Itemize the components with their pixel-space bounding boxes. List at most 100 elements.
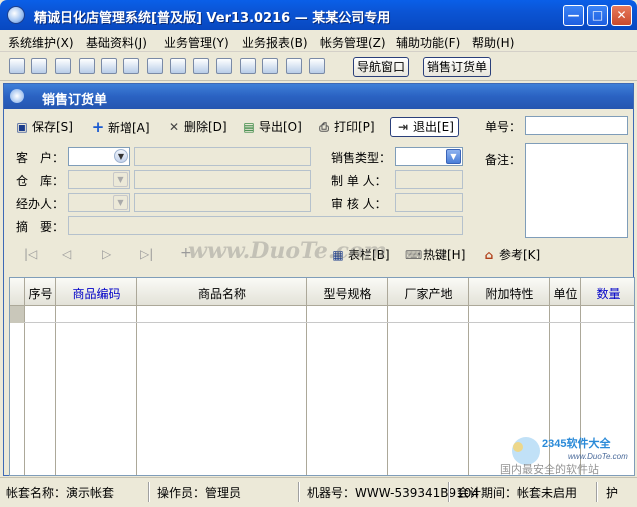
customer-label: 客 户：: [16, 151, 65, 165]
window-title: 精诚日化店管理系统[普及版] Ver13.0216 — 某某公司专用: [34, 11, 391, 26]
list-icon[interactable]: [31, 58, 47, 74]
warehouse-name-field: [134, 170, 311, 189]
logo-url: www.DuoTe.com: [568, 452, 628, 461]
summary-label: 摘 要：: [16, 220, 65, 234]
col-seq[interactable]: 序号: [25, 285, 56, 302]
delete-icon: ✕: [168, 120, 180, 134]
menu-accounts[interactable]: 帐务管理(Z): [320, 34, 386, 51]
reference-button[interactable]: ⌂ 参考[K]: [481, 244, 541, 266]
logo-brand: 2345软件大全: [542, 436, 611, 450]
plus-icon: +: [91, 118, 105, 136]
menu-system[interactable]: 系统维护(X): [8, 34, 74, 51]
exit-door-icon: ⇥: [397, 120, 409, 134]
col-unit[interactable]: 单位: [550, 285, 581, 302]
warehouse-combo[interactable]: ▼: [68, 170, 130, 189]
menu-bar: 系统维护(X) 基础资料(J) 业务管理(Y) 业务报表(B) 帐务管理(Z) …: [0, 30, 637, 52]
monitor-icon[interactable]: [216, 58, 232, 74]
form-title: 销售订货单: [42, 93, 108, 108]
watermark: www.DuoTe.com: [188, 238, 387, 264]
maximize-button[interactable]: □: [587, 5, 608, 26]
hotkeys-button[interactable]: ⌨热键[H]: [405, 244, 465, 266]
toolbar: 导航窗口 销售订货单: [0, 53, 637, 81]
export-button[interactable]: ▤ 导出[O]: [241, 116, 301, 138]
logo-slogan: 国内最安全的软件站: [500, 462, 599, 475]
status-account: 帐套名称：演示帐套: [6, 486, 115, 500]
col-product-code[interactable]: 商品编码: [56, 285, 137, 302]
chevron-down-icon[interactable]: ▼: [114, 149, 128, 163]
handler-combo[interactable]: ▼: [68, 193, 130, 212]
sales-type-select[interactable]: ▼: [395, 147, 463, 166]
handler-name-field: [134, 193, 311, 212]
next-record-button[interactable]: ▷: [102, 247, 111, 261]
menu-business[interactable]: 业务管理(Y): [164, 34, 229, 51]
prev-record-button[interactable]: ◁: [62, 247, 71, 261]
sales-type-label: 销售类型：: [331, 151, 392, 165]
col-product-name[interactable]: 商品名称: [137, 285, 307, 302]
menu-help[interactable]: 帮助(H): [472, 34, 514, 51]
remark-label: 备注：: [485, 153, 522, 167]
key-icon: ⌨: [405, 248, 423, 262]
close-button[interactable]: ✕: [611, 5, 632, 26]
order-no-label: 单号：: [485, 120, 522, 134]
nav-window-button[interactable]: 导航窗口: [353, 57, 409, 77]
customer-combo[interactable]: ▼: [68, 147, 130, 166]
form-title-bar: 销售订货单: [4, 84, 633, 109]
users-icon[interactable]: [147, 58, 163, 74]
customer-name-field: [134, 147, 311, 166]
exit-button[interactable]: ⇥ 退出[E]: [390, 117, 459, 137]
search-doc-icon[interactable]: [79, 58, 95, 74]
edit-icon[interactable]: [193, 58, 209, 74]
col-manufacturer[interactable]: 厂家产地: [388, 285, 469, 302]
form-icon: [10, 89, 24, 103]
maker-field: [395, 170, 463, 189]
first-record-button[interactable]: |◁: [24, 247, 37, 261]
warehouse-label: 仓 库：: [16, 174, 65, 188]
windows-icon[interactable]: [55, 58, 71, 74]
col-attributes[interactable]: 附加特性: [469, 285, 550, 302]
menu-tools[interactable]: 辅助功能(F): [396, 34, 460, 51]
print-button[interactable]: ⎙ 打印[P]: [316, 116, 374, 138]
home-icon: ⌂: [484, 248, 494, 262]
delete-button[interactable]: ✕ 删除[D]: [166, 116, 227, 138]
grid-icon[interactable]: [9, 58, 25, 74]
exit-icon[interactable]: [309, 58, 325, 74]
table-row[interactable]: [10, 306, 634, 323]
last-record-button[interactable]: ▷|: [140, 247, 153, 261]
status-period: 会计期间：帐套未启用: [457, 486, 578, 500]
col-quantity[interactable]: 数量: [581, 285, 634, 302]
sales-order-button[interactable]: 销售订货单: [423, 57, 491, 77]
minimize-button[interactable]: —: [563, 5, 584, 26]
add-button[interactable]: + 新增[A]: [90, 116, 150, 138]
row-selector[interactable]: [10, 306, 24, 323]
col-model-spec[interactable]: 型号规格: [307, 285, 388, 302]
status-machine: 机器号：WWW-539341B9104: [307, 486, 480, 500]
menu-basic-data[interactable]: 基础资料(J): [86, 34, 147, 51]
remark-textarea[interactable]: [525, 143, 628, 238]
title-bar: 精诚日化店管理系统[普及版] Ver13.0216 — 某某公司专用 — □ ✕: [0, 0, 637, 30]
save-disk-icon[interactable]: [240, 58, 256, 74]
chevron-down-icon[interactable]: ▼: [113, 195, 128, 210]
maker-label: 制 单 人：: [331, 174, 387, 188]
save-button[interactable]: ▣ 保存[S]: [14, 116, 73, 138]
status-extra: 护: [606, 486, 619, 500]
printer-icon[interactable]: [262, 58, 278, 74]
order-no-input[interactable]: [525, 116, 628, 135]
menu-reports[interactable]: 业务报表(B): [242, 34, 308, 51]
chevron-down-icon[interactable]: ▼: [446, 149, 461, 164]
summary-field[interactable]: [68, 216, 463, 235]
chevron-down-icon[interactable]: ▼: [113, 172, 128, 187]
excel-icon: ▤: [243, 120, 255, 134]
help-icon[interactable]: [286, 58, 302, 74]
app-icon: [7, 6, 25, 24]
transfer-icon[interactable]: [170, 58, 186, 74]
handler-label: 经办人：: [16, 197, 65, 211]
sales-order-window: 销售订货单 ▣ 保存[S] + 新增[A] ✕ 删除[D] ▤ 导出[O] ⎙ 打印[P]…: [3, 83, 635, 476]
status-bar: 帐套名称：演示帐套 操作员：管理员 机器号：WWW-539341B9104 会计…: [0, 477, 637, 507]
reviewer-label: 审 核 人：: [331, 197, 387, 211]
status-operator: 操作员：管理员: [157, 486, 242, 500]
sync-icon[interactable]: [123, 58, 139, 74]
logo-2345: 2345软件大全 www.DuoTe.com 国内最安全的软件站: [500, 436, 628, 475]
printer-icon: ⎙: [319, 120, 329, 134]
report-icon[interactable]: [101, 58, 117, 74]
reviewer-field: [395, 193, 463, 212]
